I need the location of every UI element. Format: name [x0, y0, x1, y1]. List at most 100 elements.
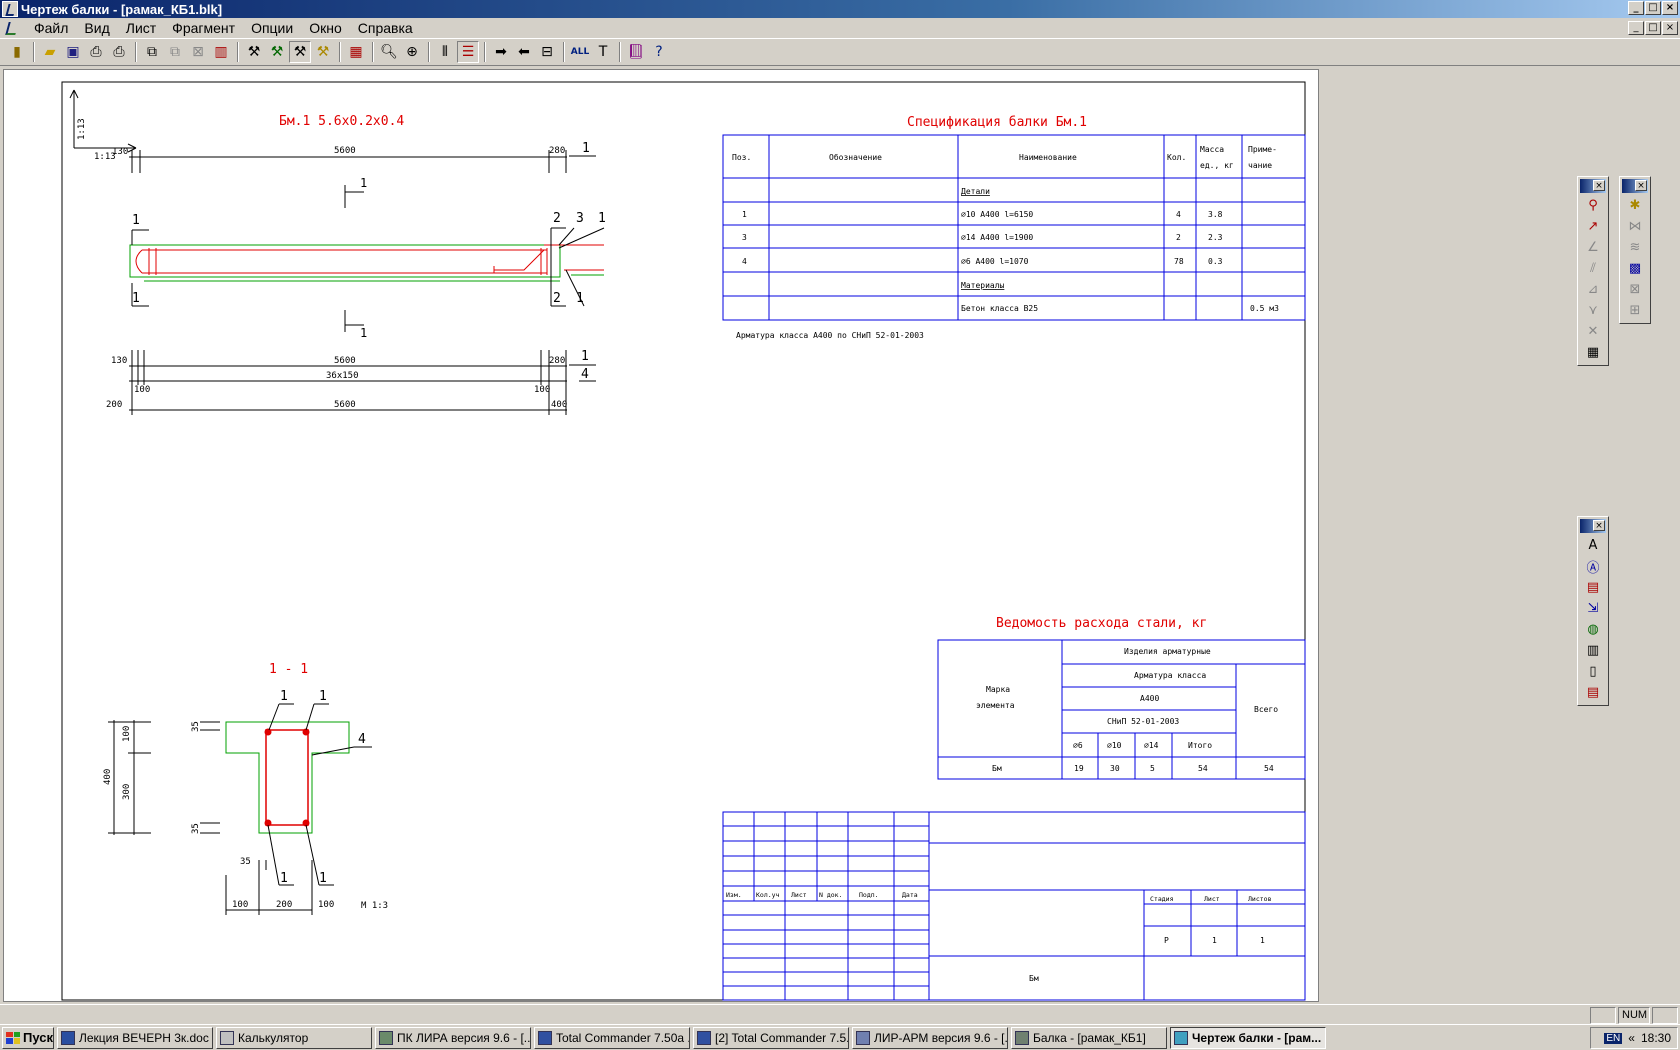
menu-bar: Файл Вид Лист Фрагмент Опции Окно Справк… [0, 18, 1680, 38]
stamp-header: Лист [1204, 895, 1220, 903]
grid-copy-icon[interactable]: ⊞ [1624, 300, 1646, 321]
app-icon[interactable] [2, 1, 18, 17]
close-icon[interactable]: × [1635, 180, 1647, 191]
palette-titlebar[interactable]: × [1622, 179, 1648, 193]
zoom-icon[interactable]: 🔍︎ [378, 41, 400, 63]
grid-delete-icon[interactable]: ⊠ [1624, 279, 1646, 300]
menu-view[interactable]: Вид [76, 18, 117, 38]
menu-fragment[interactable]: Фрагмент [164, 18, 243, 38]
layers-icon[interactable]: ▥ [1582, 640, 1604, 661]
angle-tool-icon[interactable]: ∠ [1582, 237, 1604, 258]
report-icon[interactable]: ▤ [1582, 682, 1604, 703]
print-preview-icon[interactable]: ⎙ [108, 41, 130, 63]
taskbar-item-lir-arm[interactable]: ЛИР-АРМ версия 9.6 - [... [852, 1026, 1008, 1049]
steel-value: 54 [1198, 764, 1208, 773]
lir-arm-icon [856, 1030, 870, 1045]
fork-tool-icon[interactable]: ⋎ [1582, 300, 1604, 321]
book-icon[interactable]: 📕︎ [625, 41, 647, 63]
table-icon[interactable]: ☰ [457, 41, 479, 63]
minimize-button[interactable]: _ [1628, 1, 1644, 15]
text-frame-icon[interactable]: Ⓐ [1582, 556, 1604, 577]
calendar-icon[interactable]: ▦ [345, 41, 367, 63]
steel-header: СНиП 52-01-2003 [1107, 717, 1179, 726]
frame-icon[interactable]: ⊟ [536, 41, 558, 63]
dim-text: 300 [122, 784, 132, 800]
menu-file[interactable]: Файл [26, 18, 76, 38]
grid-icon[interactable]: ▩ [1624, 258, 1646, 279]
all-icon[interactable]: ALL [569, 41, 591, 63]
position-mark: 1 [280, 689, 288, 704]
close-button[interactable]: × [1662, 1, 1678, 15]
taskbar-item-beam[interactable]: Балка - [рамак_КБ1] [1011, 1026, 1167, 1049]
position-mark: 3 [576, 211, 584, 226]
spec-header: чание [1248, 161, 1272, 170]
taskbar-item-total-commander[interactable]: Total Commander 7.50a ... [534, 1026, 690, 1049]
menu-window[interactable]: Окно [301, 18, 350, 38]
tray-chevron[interactable]: « [1628, 1031, 1635, 1045]
palette-titlebar[interactable]: × [1580, 179, 1606, 193]
save-icon[interactable]: ▣ [62, 41, 84, 63]
taskbar-item-calculator[interactable]: Калькулятор [216, 1026, 372, 1049]
close-icon[interactable]: × [1593, 180, 1605, 191]
spec-qty: 2 [1176, 233, 1181, 242]
language-indicator[interactable]: EN [1604, 1032, 1623, 1044]
arrow-left-icon[interactable]: ⬅ [513, 41, 535, 63]
import-dxf-icon[interactable]: ⇲ [1582, 598, 1604, 619]
drawing-sheet[interactable]: Бм.1 5.6х0.2х0.4 1:13 1:13 130 5600 280 [3, 69, 1319, 1002]
taskbar-item-beam-drawing[interactable]: Чертеж балки - [рам... [1170, 1026, 1326, 1049]
hammer-green-icon[interactable]: ⚒ [266, 41, 288, 63]
hammer-yellow-icon[interactable]: ⚒ [312, 41, 334, 63]
hammer-icon[interactable]: ⚒ [243, 41, 265, 63]
menu-sheet[interactable]: Лист [118, 18, 164, 38]
line-tool-icon[interactable]: ↗ [1582, 216, 1604, 237]
separator [237, 42, 239, 62]
stamp-header: Лист [791, 891, 807, 899]
exit-icon[interactable]: ▮ [6, 41, 28, 63]
arrow-right-icon[interactable]: ➡ [490, 41, 512, 63]
merge-icon[interactable]: ⋈ [1624, 216, 1646, 237]
menu-options[interactable]: Опции [243, 18, 301, 38]
spec-header: Кол. [1167, 153, 1186, 162]
print-icon[interactable]: ⎙ [85, 41, 107, 63]
help-icon[interactable]: ? [648, 41, 670, 63]
start-button[interactable]: Пуск [2, 1026, 54, 1049]
insert-icon[interactable]: ▤ [1582, 577, 1604, 598]
steel-title: Ведомость расхода стали, кг [996, 616, 1207, 631]
delete-fragment-icon[interactable]: ⊠ [187, 41, 209, 63]
menu-help[interactable]: Справка [350, 18, 421, 38]
open-icon[interactable]: ▰ [39, 41, 61, 63]
document-icon[interactable]: ▯ [1582, 661, 1604, 682]
maximize-button[interactable]: □ [1645, 1, 1661, 15]
palette-titlebar[interactable]: × [1580, 519, 1606, 533]
status-panel [1590, 1007, 1616, 1024]
spec-group: Материалы [961, 281, 1005, 290]
taskbar-item-lira[interactable]: ПК ЛИРА версия 9.6 - [... [375, 1026, 531, 1049]
taskbar-item-total-commander-2[interactable]: [2] Total Commander 7.5... [693, 1026, 849, 1049]
doc-close-button[interactable]: × [1662, 21, 1678, 35]
text-icon[interactable]: A [1582, 535, 1604, 556]
copy-icon[interactable]: ⧉ [141, 41, 163, 63]
text-size-icon[interactable]: T [592, 41, 614, 63]
task-label: Калькулятор [238, 1030, 309, 1045]
hammer-edit-icon[interactable]: ⚒ [289, 41, 311, 63]
stamp-stage: Р [1164, 936, 1169, 945]
properties-icon[interactable]: ▥ [210, 41, 232, 63]
paste-icon[interactable]: ⧉ [164, 41, 186, 63]
cross-tool-icon[interactable]: ✕ [1582, 321, 1604, 342]
document-icon[interactable] [4, 20, 20, 36]
slope-tool-icon[interactable]: ⫽ [1582, 258, 1604, 279]
align-icon[interactable]: ⫴ [434, 41, 456, 63]
status-bar: NUM [0, 1004, 1680, 1024]
hatch-tool-icon[interactable]: ▦ [1582, 342, 1604, 363]
triangle-tool-icon[interactable]: ⊿ [1582, 279, 1604, 300]
dim-text: 36х150 [326, 371, 359, 381]
zoom-in-icon[interactable]: ⊕ [401, 41, 423, 63]
node-icon[interactable]: ⚲ [1582, 195, 1604, 216]
close-icon[interactable]: × [1593, 520, 1605, 531]
doc-restore-button[interactable]: □ [1645, 21, 1661, 35]
taskbar-item-word[interactable]: Лекция ВЕЧЕРН 3к.doc ... [57, 1026, 213, 1049]
globe-icon[interactable]: ◍ [1582, 619, 1604, 640]
new-element-icon[interactable]: ✱ [1624, 195, 1646, 216]
stack-icon[interactable]: ≋ [1624, 237, 1646, 258]
doc-minimize-button[interactable]: _ [1628, 21, 1644, 35]
